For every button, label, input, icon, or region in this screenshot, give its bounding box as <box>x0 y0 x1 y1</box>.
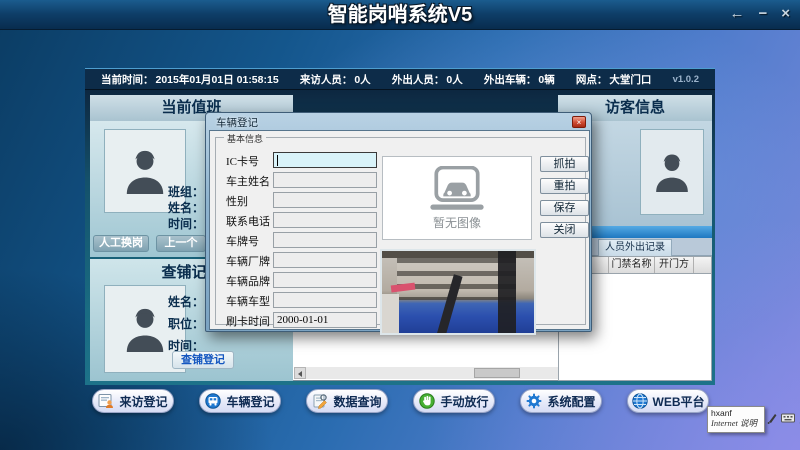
app-title: 智能岗哨系统V5 <box>0 0 800 30</box>
version-label: v1.0.2 <box>673 74 699 85</box>
status-site: 网点：大堂门口 <box>576 72 652 87</box>
swipe-time-input[interactable]: 2000-01-01 <box>273 312 377 328</box>
data-query-icon <box>312 393 328 409</box>
field-row-gender: 性别 <box>216 192 386 209</box>
owner-name-label: 车主姓名 <box>226 173 270 189</box>
system-config-button[interactable]: 系统配置 <box>520 389 602 413</box>
gender-label: 性别 <box>226 193 248 209</box>
ic-card-label: IC卡号 <box>226 153 259 169</box>
basic-info-label: 基本信息 <box>224 132 266 145</box>
basic-info-groupbox: 基本信息 IC卡号 车主姓名 性别 联系电话 车 <box>215 137 586 325</box>
capture-preview-box: 暂无图像 <box>382 156 532 240</box>
avatar-icon <box>652 149 692 195</box>
tab-personnel-out-records[interactable]: 人员外出记录 <box>598 239 672 256</box>
ime-tooltip: hxanf Internet 说明 <box>707 406 765 433</box>
field-row-ic-card: IC卡号 <box>216 152 386 169</box>
back-icon[interactable]: ← <box>729 4 744 24</box>
field-row-model: 车辆车型 <box>216 292 386 309</box>
scroll-thumb[interactable] <box>474 368 520 378</box>
status-visitor-count: 来访人员：0人 <box>300 72 371 87</box>
car-placeholder-icon <box>420 166 494 212</box>
ime-toolbar <box>767 412 800 424</box>
app-titlebar: 智能岗哨系统V5 <box>0 0 800 30</box>
records-col-door-name: 门禁名称 <box>609 257 655 273</box>
close-icon: × <box>577 118 582 127</box>
previous-button[interactable]: 上一个 <box>156 235 206 252</box>
field-row-phone: 联系电话 <box>216 212 386 229</box>
avatar-icon <box>122 145 168 197</box>
model-input[interactable] <box>273 292 377 308</box>
keyboard-icon[interactable] <box>781 412 795 424</box>
retake-button[interactable]: 重拍 <box>540 178 589 194</box>
avatar-icon <box>122 303 168 355</box>
minimize-icon[interactable]: − <box>758 4 767 24</box>
manual-release-icon <box>419 393 435 409</box>
model-label: 车辆车型 <box>226 293 270 309</box>
swipe-time-label: 刷卡时间 <box>226 313 270 329</box>
ime-name: hxanf <box>711 408 761 418</box>
dialog-body: 基本信息 IC卡号 车主姓名 性别 联系电话 车 <box>209 130 590 330</box>
patrol-field-name: 姓名： <box>168 293 204 310</box>
duty-field-time: 时间： <box>168 215 204 232</box>
manual-release-button[interactable]: 手动放行 <box>413 389 495 413</box>
scroll-left-arrow[interactable] <box>294 367 306 379</box>
close-button[interactable]: 关闭 <box>540 222 589 238</box>
text-caret <box>277 155 278 166</box>
records-col-spacer <box>694 257 711 273</box>
gender-input[interactable] <box>273 192 377 208</box>
plate-label: 车牌号 <box>226 233 259 249</box>
status-out-person-count: 外出人员：0人 <box>392 72 463 87</box>
visitor-register-button[interactable]: 来访登记 <box>92 389 174 413</box>
visitor-photo <box>640 129 704 215</box>
records-col-door-direction: 开门方向 <box>655 257 694 273</box>
feed-decor <box>382 294 399 333</box>
desktop: 智能岗哨系统V5 ← − × 当前时间：2015年01月01日 01:58:15… <box>0 0 800 450</box>
duty-field-name: 姓名： <box>168 199 204 216</box>
visitor-register-icon <box>98 393 114 409</box>
ime-subtitle: Internet 说明 <box>711 418 761 428</box>
field-row-manufacturer: 车辆厂牌 <box>216 252 386 269</box>
plate-input[interactable] <box>273 232 377 248</box>
field-row-plate: 车牌号 <box>216 232 386 249</box>
globe-icon <box>632 393 648 409</box>
no-image-text: 暂无图像 <box>433 214 481 231</box>
phone-label: 联系电话 <box>226 213 270 229</box>
dialog-close-button[interactable]: × <box>572 116 586 128</box>
manufacturer-input[interactable] <box>273 252 377 268</box>
status-bar: 当前时间：2015年01月01日 01:58:15 来访人员：0人 外出人员：0… <box>85 68 715 90</box>
field-row-swipe-time: 刷卡时间 2000-01-01 <box>216 312 386 329</box>
field-row-owner-name: 车主姓名 <box>216 172 386 189</box>
brand-input[interactable] <box>273 272 377 288</box>
patrol-register-button[interactable]: 查铺登记 <box>172 351 234 369</box>
dialog-title: 车辆登记 <box>216 115 258 130</box>
pen-icon[interactable] <box>767 412 777 424</box>
camera-feed <box>380 249 536 335</box>
data-query-button[interactable]: 数据查询 <box>306 389 388 413</box>
web-platform-button[interactable]: WEB平台 <box>627 389 709 413</box>
phone-input[interactable] <box>273 212 377 228</box>
manufacturer-label: 车辆厂牌 <box>226 253 270 269</box>
status-current-time: 当前时间：2015年01月01日 01:58:15 <box>101 72 279 87</box>
patrol-field-position: 职位： <box>168 315 204 332</box>
save-button[interactable]: 保存 <box>540 200 589 216</box>
capture-button[interactable]: 抓拍 <box>540 156 589 172</box>
gear-icon <box>526 393 542 409</box>
brand-label: 车辆品牌 <box>226 273 270 289</box>
window-controls: ← − × <box>729 4 790 24</box>
owner-name-input[interactable] <box>273 172 377 188</box>
status-out-vehicle-count: 外出车辆：0辆 <box>484 72 555 87</box>
manual-shift-button[interactable]: 人工换岗 <box>93 235 149 252</box>
vehicle-register-button[interactable]: 车辆登记 <box>199 389 281 413</box>
close-icon[interactable]: × <box>781 4 790 24</box>
duty-field-group: 班组： <box>168 183 204 200</box>
field-row-brand: 车辆品牌 <box>216 272 386 289</box>
vehicle-register-icon <box>205 393 221 409</box>
ic-card-input[interactable] <box>273 152 377 168</box>
vehicle-registration-dialog: 车辆登记 × 基本信息 IC卡号 车主姓名 性别 联系电话 <box>205 112 592 332</box>
feed-decor <box>498 251 516 333</box>
